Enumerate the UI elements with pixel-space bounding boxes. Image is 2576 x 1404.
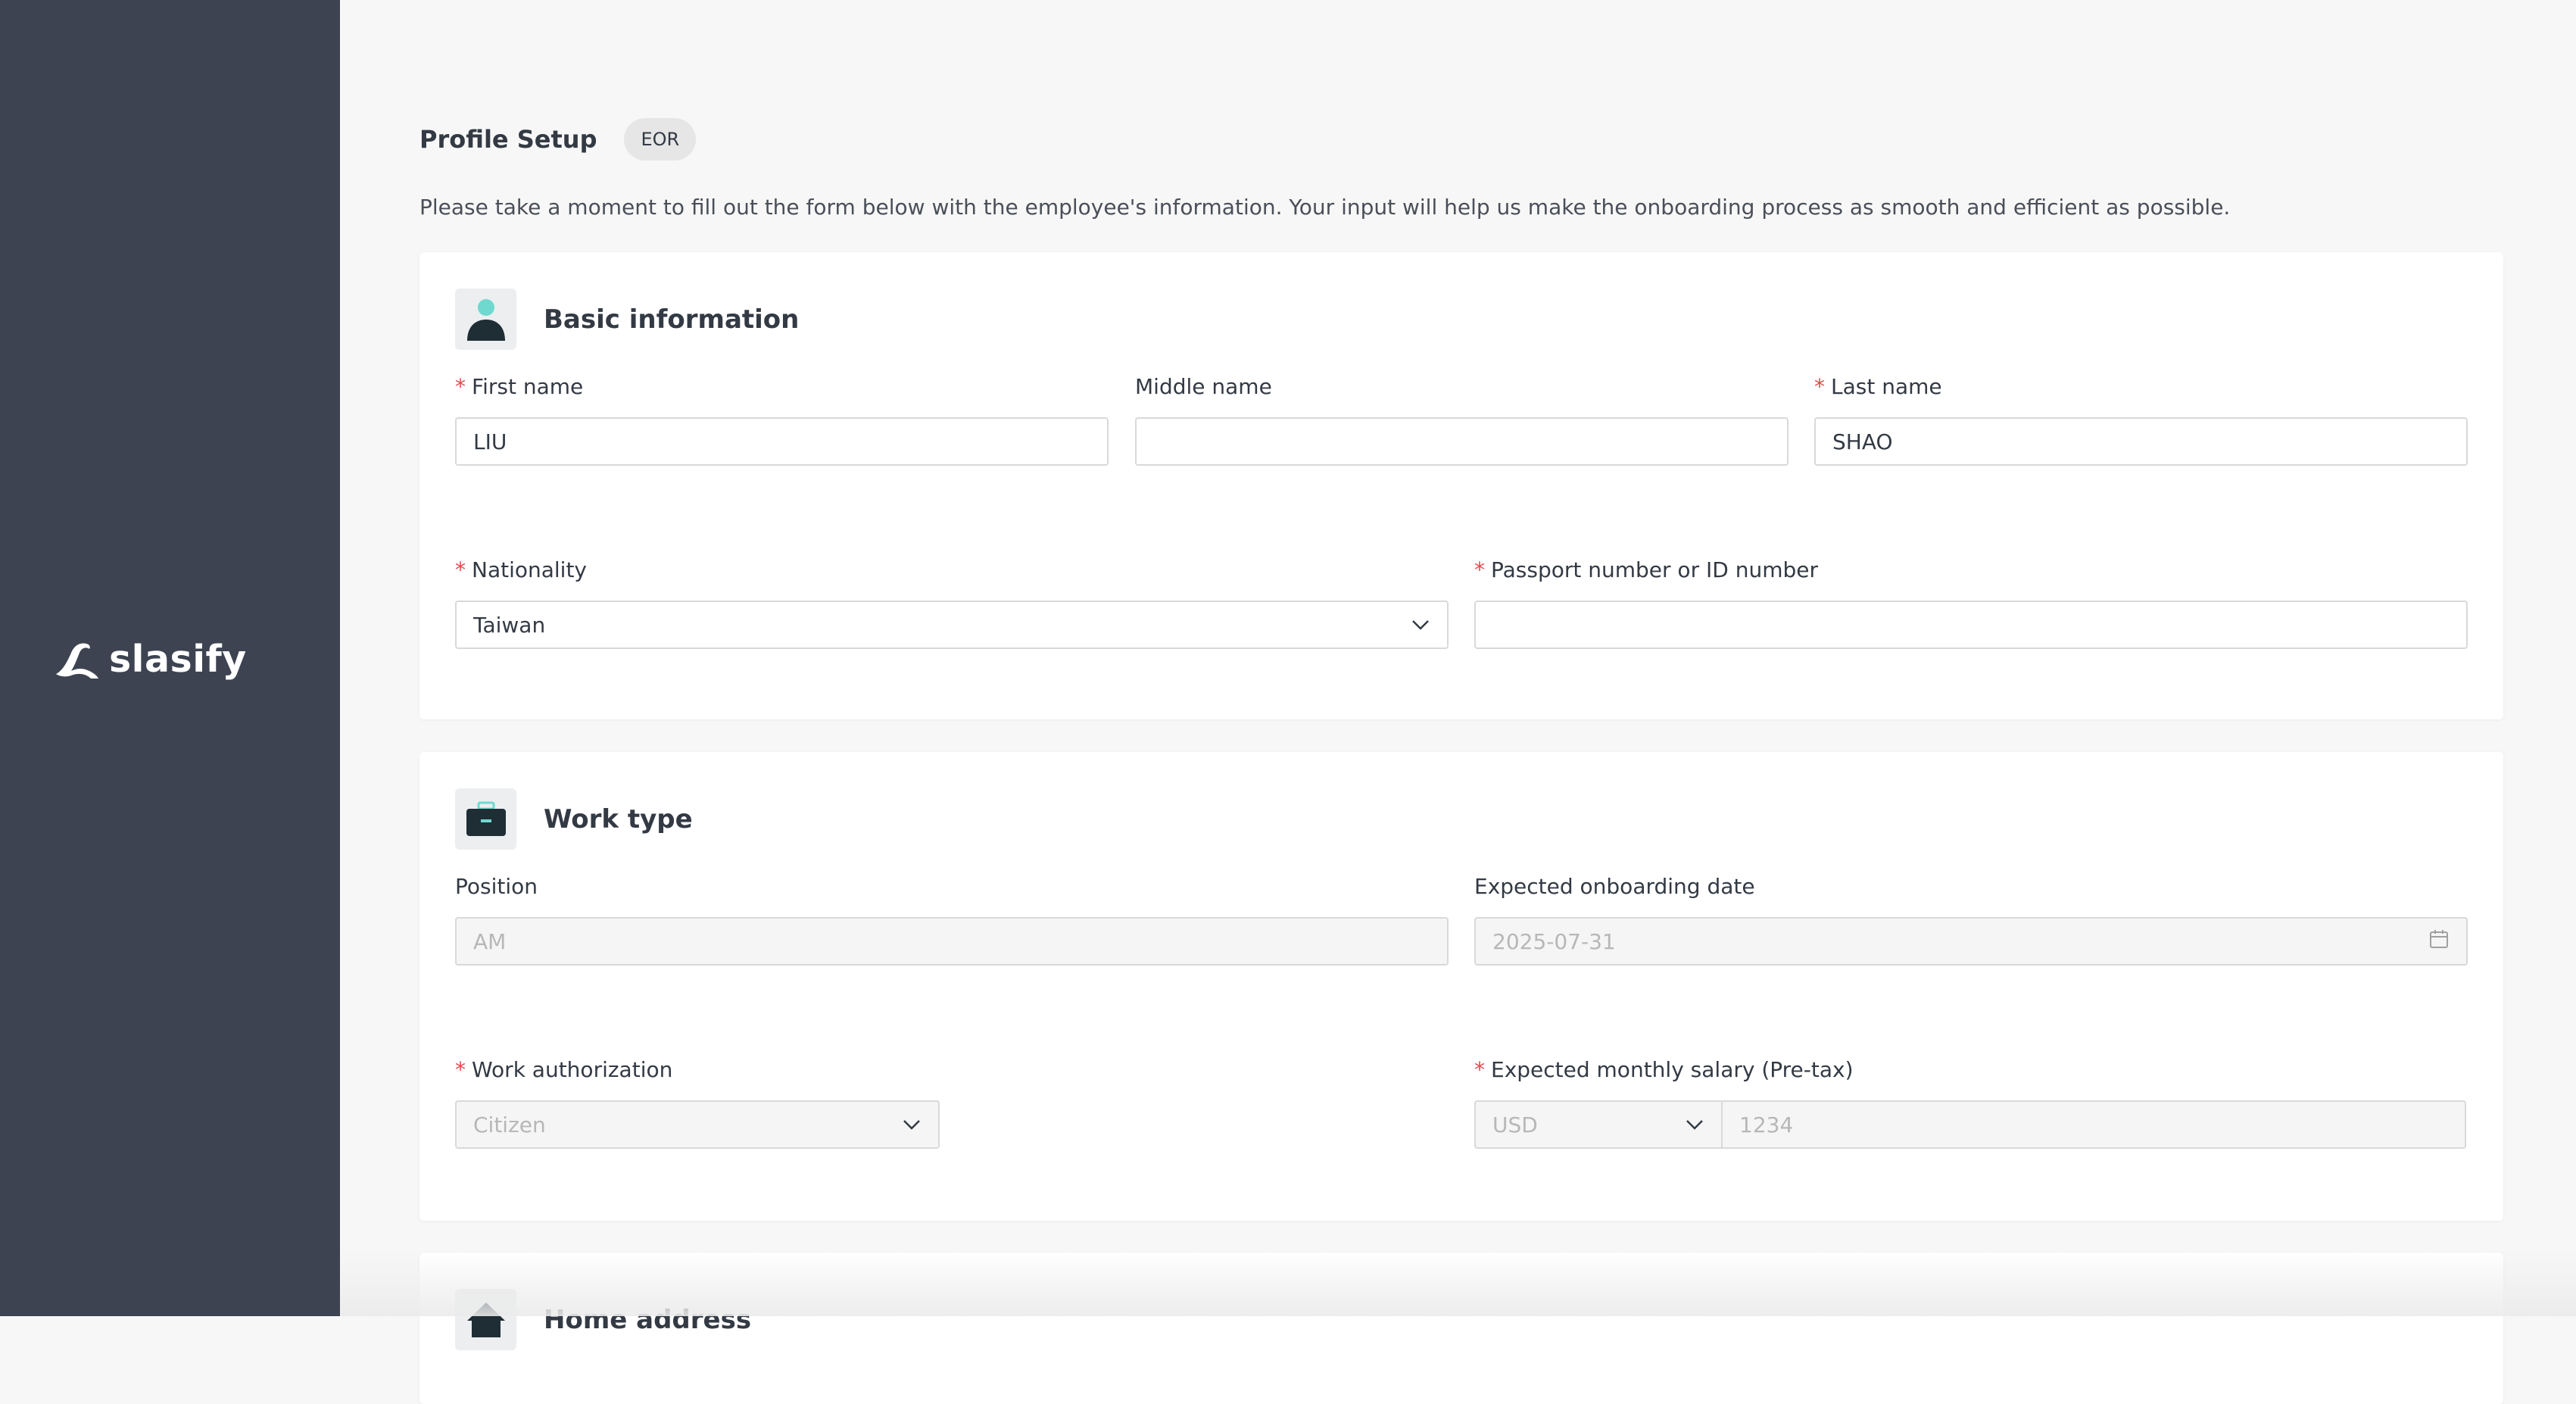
home-address-card: Home address [419, 1253, 2503, 1404]
nationality-label: * Nationality [455, 557, 588, 582]
eor-badge: EOR [624, 118, 697, 161]
chevron-down-icon [1411, 615, 1430, 635]
basic-information-card: Basic information * First name LIU Middle… [419, 252, 2503, 719]
work-type-title: Work type [544, 803, 693, 835]
last-name-field: * Last name SHAO [1814, 372, 2468, 466]
nationality-field: * Nationality Taiwan [455, 555, 1449, 649]
first-name-label: * First name [455, 374, 584, 399]
person-icon [455, 289, 516, 350]
work-authorization-field: * Work authorization Citizen [455, 1055, 940, 1149]
slasify-logo-icon [56, 643, 98, 679]
page-title: Profile Setup [419, 125, 597, 154]
chevron-down-icon [1685, 1115, 1704, 1134]
required-marker: * [1814, 374, 1825, 399]
required-marker: * [455, 1057, 466, 1082]
salary-input-group: USD 1234 [1474, 1100, 2466, 1149]
required-marker: * [1474, 557, 1485, 582]
salary-field: * Expected monthly salary (Pre-tax) USD 1… [1474, 1055, 2466, 1149]
last-name-input[interactable]: SHAO [1814, 417, 2468, 466]
work-authorization-label: * Work authorization [455, 1057, 673, 1082]
home-address-title: Home address [544, 1304, 752, 1335]
page-intro: Please take a moment to fill out the for… [419, 195, 2231, 220]
passport-label: * Passport number or ID number [1474, 557, 1818, 582]
work-authorization-select[interactable]: Citizen [455, 1100, 940, 1149]
basic-information-header: Basic information [455, 289, 799, 350]
required-marker: * [1474, 1057, 1485, 1082]
last-name-label: * Last name [1814, 374, 1942, 399]
currency-select[interactable]: USD [1474, 1100, 1721, 1149]
work-type-card: Work type Position AM Expected onboardin… [419, 752, 2503, 1221]
salary-label: * Expected monthly salary (Pre-tax) [1474, 1057, 1854, 1082]
page-header: Profile Setup EOR [419, 118, 697, 161]
home-icon [455, 1289, 516, 1350]
passport-field: * Passport number or ID number [1474, 555, 2468, 649]
onboarding-date-field: Expected onboarding date 2025-07-31 [1474, 872, 2468, 966]
required-marker: * [455, 557, 466, 582]
middle-name-input[interactable] [1135, 417, 1789, 466]
onboarding-date-label: Expected onboarding date [1474, 874, 1755, 899]
brand-logo[interactable]: slasify [51, 635, 247, 683]
required-marker: * [455, 374, 466, 399]
sidebar: slasify [0, 0, 340, 1316]
main-content: Profile Setup EOR Please take a moment t… [340, 0, 2576, 1404]
home-address-header: Home address [455, 1289, 751, 1350]
position-label: Position [455, 874, 538, 899]
position-field: Position AM [455, 872, 1449, 966]
chevron-down-icon [902, 1115, 922, 1134]
calendar-icon [2428, 928, 2450, 955]
basic-information-title: Basic information [544, 304, 800, 335]
position-input[interactable]: AM [455, 917, 1449, 966]
first-name-input[interactable]: LIU [455, 417, 1109, 466]
first-name-field: * First name LIU [455, 372, 1109, 466]
middle-name-field: Middle name [1135, 372, 1789, 466]
briefcase-icon [455, 788, 516, 850]
onboarding-date-input[interactable]: 2025-07-31 [1474, 917, 2468, 966]
work-type-header: Work type [455, 788, 693, 850]
nationality-select[interactable]: Taiwan [455, 601, 1449, 649]
passport-input[interactable] [1474, 601, 2468, 649]
salary-amount-input[interactable]: 1234 [1721, 1100, 2466, 1149]
middle-name-label: Middle name [1135, 374, 1272, 399]
brand-name: slasify [109, 637, 247, 681]
